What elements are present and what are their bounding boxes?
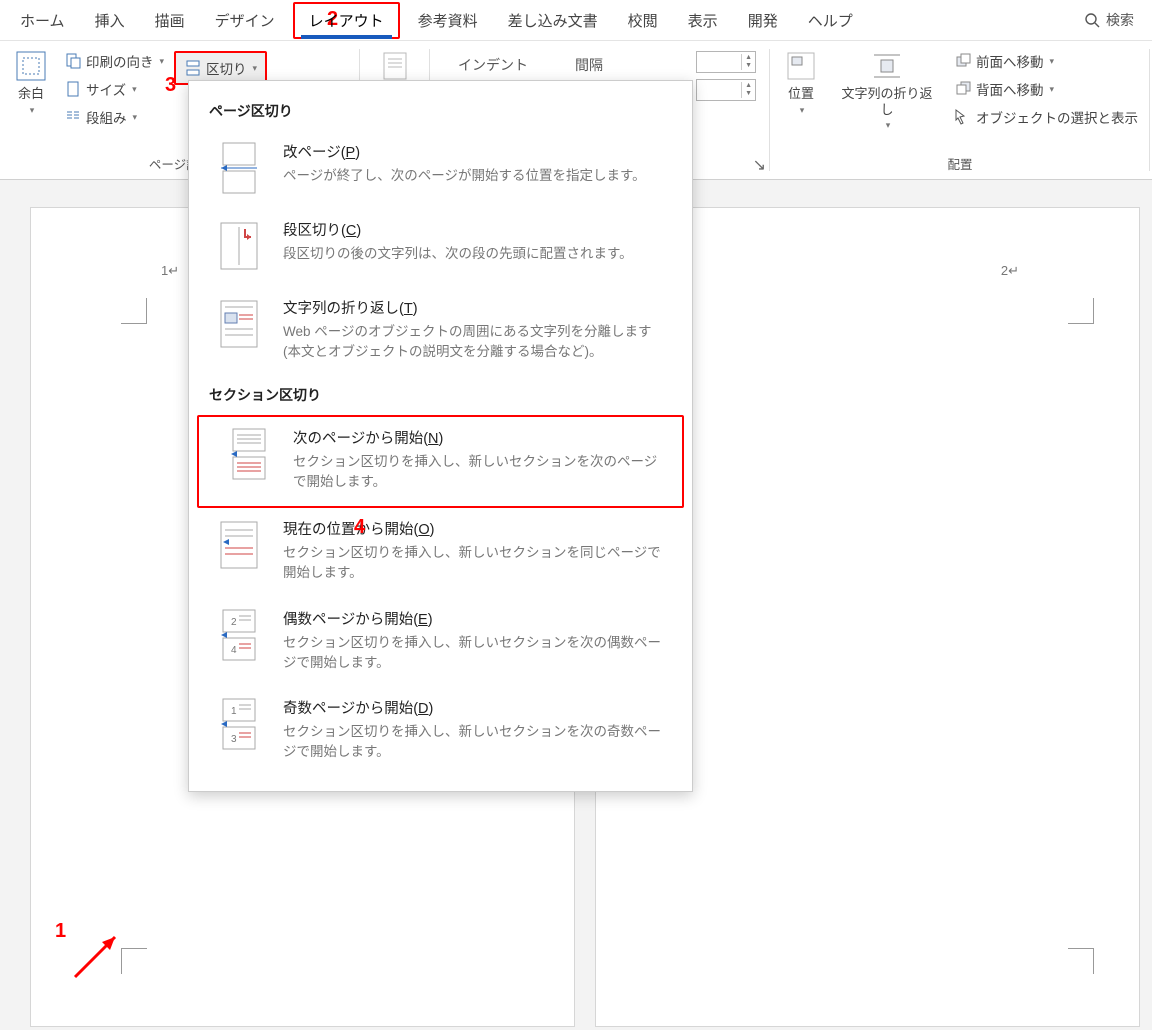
ruler-num-right: 2↵ xyxy=(1001,263,1019,279)
dd-section-page-breaks: ページ区切り xyxy=(189,93,692,131)
wrap-label: 文字列の折り返し xyxy=(836,86,938,117)
selection-pane-label: オブジェクトの選択と表示 xyxy=(976,107,1138,127)
next-page-section-icon xyxy=(227,427,271,481)
orientation-icon xyxy=(64,52,82,70)
orientation-button[interactable]: 印刷の向き ▾ xyxy=(60,49,168,73)
callout-1-label: 1 xyxy=(55,920,66,943)
text-wrap-break-icon xyxy=(217,297,261,351)
position-button[interactable]: 位置 ▾ xyxy=(778,45,824,135)
page-break-icon xyxy=(217,141,261,195)
selection-pane-button[interactable]: オブジェクトの選択と表示 xyxy=(950,105,1142,129)
size-button[interactable]: サイズ ▾ xyxy=(60,77,168,101)
orientation-label: 印刷の向き xyxy=(86,51,154,71)
dd-item-odd-page[interactable]: 13 奇数ページから開始(D) セクション区切りを挿入し、新しいセクションを次の… xyxy=(189,687,692,777)
chevron-down-icon: ▾ xyxy=(253,63,258,74)
dd-item-text-wrap-break[interactable]: 文字列の折り返し(T) Web ページのオブジェクトの周囲にある文字列を分離しま… xyxy=(189,287,692,377)
dd-item-continuous[interactable]: 現在の位置から開始(O) セクション区切りを挿入し、新しいセクションを同じページ… xyxy=(189,508,692,598)
send-backward-label: 背面へ移動 xyxy=(976,79,1044,99)
continuous-section-icon xyxy=(217,518,261,572)
svg-text:2: 2 xyxy=(231,617,237,628)
size-icon xyxy=(64,80,82,98)
columns-label: 段組み xyxy=(86,107,127,127)
margin-corner-icon xyxy=(1068,298,1094,324)
column-break-icon xyxy=(217,219,261,273)
tab-home[interactable]: ホーム xyxy=(6,4,79,37)
dd-item-column-break[interactable]: 段区切り(C) 段区切りの後の文字列は、次の段の先頭に配置されます。 xyxy=(189,209,692,287)
margins-icon xyxy=(14,49,48,83)
size-label: サイズ xyxy=(86,79,126,99)
spinner-up-icon[interactable]: ▲ xyxy=(745,82,752,90)
breaks-label: 区切り xyxy=(206,58,247,78)
send-backward-icon xyxy=(954,80,972,98)
chevron-down-icon: ▾ xyxy=(160,56,165,67)
dd-section-section-breaks: セクション区切り xyxy=(189,377,692,415)
dd-item-even-page[interactable]: 24 偶数ページから開始(E) セクション区切りを挿入し、新しいセクションを次の… xyxy=(189,598,692,688)
chevron-down-icon: ▾ xyxy=(132,84,137,95)
spacing-after-spinner[interactable]: ▲▼ xyxy=(696,79,756,101)
margins-button[interactable]: 余白 ▾ xyxy=(8,45,54,129)
chevron-down-icon: ▾ xyxy=(886,120,891,131)
spinner-up-icon[interactable]: ▲ xyxy=(745,54,752,62)
chevron-down-icon: ▾ xyxy=(133,112,138,123)
svg-text:1: 1 xyxy=(231,706,237,717)
group-arrange-label: 配置 xyxy=(778,154,1142,177)
chevron-down-icon: ▾ xyxy=(800,105,805,116)
tab-draw[interactable]: 描画 xyxy=(141,4,199,37)
wrap-button[interactable]: 文字列の折り返し ▾ xyxy=(830,45,944,135)
page-icon xyxy=(378,49,412,83)
tab-mailings[interactable]: 差し込み文書 xyxy=(494,4,612,37)
chevron-down-icon: ▾ xyxy=(30,105,35,116)
dd-item-next-page[interactable]: 次のページから開始(N) セクション区切りを挿入し、新しいセクションを次のページ… xyxy=(197,415,684,509)
ribbon-tabs: ホーム 挿入 描画 デザイン 2 レイアウト 参考資料 差し込み文書 校閲 表示… xyxy=(0,0,1152,40)
spinner-down-icon[interactable]: ▼ xyxy=(745,90,752,98)
spinner-down-icon[interactable]: ▼ xyxy=(745,62,752,70)
callout-1-arrow xyxy=(70,922,130,982)
breaks-dropdown: ページ区切り 改ページ(P) ページが終了し、次のページが開始する位置を指定しま… xyxy=(188,80,693,792)
dd-item-page-break[interactable]: 改ページ(P) ページが終了し、次のページが開始する位置を指定します。 xyxy=(189,131,692,209)
tab-design[interactable]: デザイン xyxy=(201,4,289,37)
position-label: 位置 xyxy=(788,86,814,102)
dialog-launcher-icon[interactable]: ↘ xyxy=(753,155,766,175)
chevron-down-icon: ▾ xyxy=(1050,84,1055,95)
spacing-before-spinner[interactable]: ▲▼ xyxy=(696,51,756,73)
ruler-num-left: 1↵ xyxy=(161,263,179,279)
margin-corner-icon xyxy=(1068,948,1094,974)
margin-corner-icon xyxy=(121,298,147,324)
margins-label: 余白 xyxy=(18,86,44,102)
even-page-section-icon: 24 xyxy=(217,608,261,662)
columns-icon xyxy=(64,108,82,126)
search-icon xyxy=(1084,12,1100,28)
svg-text:4: 4 xyxy=(231,645,237,656)
group-arrange: 位置 ▾ 文字列の折り返し ▾ 前面へ移動 ▾ 背面へ移動 ▾ オブジェクトの選択と表示 xyxy=(770,41,1150,179)
tab-help[interactable]: ヘルプ xyxy=(794,4,867,37)
chevron-down-icon: ▾ xyxy=(1050,56,1055,67)
bring-forward-button[interactable]: 前面へ移動 ▾ xyxy=(950,49,1142,73)
callout-3-label: 3 xyxy=(165,74,176,97)
svg-text:3: 3 xyxy=(231,734,237,745)
tab-review[interactable]: 校閲 xyxy=(614,4,672,37)
odd-page-section-icon: 13 xyxy=(217,697,261,751)
send-backward-button[interactable]: 背面へ移動 ▾ xyxy=(950,77,1142,101)
search-box[interactable]: 検索 xyxy=(1072,10,1146,30)
search-label: 検索 xyxy=(1106,10,1134,30)
wrap-icon xyxy=(870,49,904,83)
tab-view[interactable]: 表示 xyxy=(674,4,732,37)
tab-developer[interactable]: 開発 xyxy=(734,4,792,37)
selection-pane-icon xyxy=(954,108,972,126)
columns-button[interactable]: 段組み ▾ xyxy=(60,105,168,129)
breaks-icon xyxy=(184,59,202,77)
tab-layout[interactable]: レイアウト xyxy=(293,2,400,39)
bring-forward-icon xyxy=(954,52,972,70)
callout-4-label: 4 xyxy=(354,516,365,539)
bring-forward-label: 前面へ移動 xyxy=(976,51,1044,71)
tab-references[interactable]: 参考資料 xyxy=(404,4,492,37)
position-icon xyxy=(784,49,818,83)
tab-insert[interactable]: 挿入 xyxy=(81,4,139,37)
